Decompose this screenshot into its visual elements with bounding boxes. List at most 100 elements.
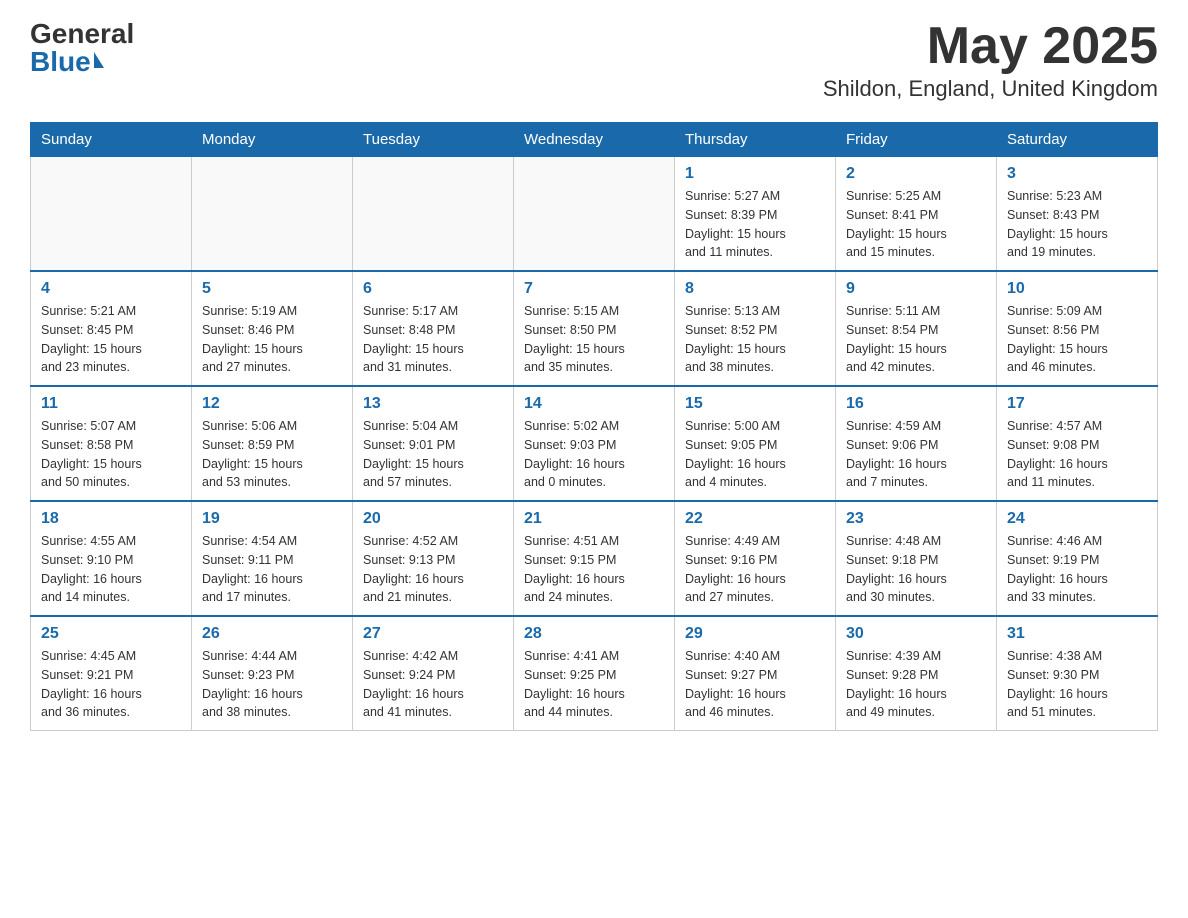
day-info: Sunrise: 5:07 AMSunset: 8:58 PMDaylight:… — [41, 417, 181, 492]
day-of-week-header: Thursday — [675, 123, 836, 157]
calendar-day-cell: 30Sunrise: 4:39 AMSunset: 9:28 PMDayligh… — [836, 616, 997, 731]
logo-triangle-icon — [94, 52, 104, 68]
calendar-week-row: 18 Sunrise: 4:55 AMSunset: 9:10 PMDayligh… — [31, 501, 1158, 616]
title-area: May 2025 Shildon, England, United Kingdo… — [823, 20, 1158, 102]
calendar-day-cell: 4 Sunrise: 5:21 AMSunset: 8:45 PMDaylight… — [31, 271, 192, 386]
day-info: Sunrise: 4:49 AMSunset: 9:16 PMDaylight:… — [685, 532, 825, 607]
calendar-day-cell: 23 Sunrise: 4:48 AMSunset: 9:18 PMDayligh… — [836, 501, 997, 616]
day-info: Sunrise: 5:11 AMSunset: 8:54 PMDaylight:… — [846, 302, 986, 377]
day-number: 20 — [363, 510, 503, 528]
calendar-week-row: 25 Sunrise: 4:45 AMSunset: 9:21 PMDayligh… — [31, 616, 1158, 731]
calendar-day-cell: 17 Sunrise: 4:57 AMSunset: 9:08 PMDayligh… — [997, 386, 1158, 501]
day-number: 23 — [846, 510, 986, 528]
day-number: 12 — [202, 395, 342, 413]
day-info: Sunrise: 5:27 AMSunset: 8:39 PMDaylight:… — [685, 187, 825, 262]
day-info: Sunrise: 4:57 AMSunset: 9:08 PMDaylight:… — [1007, 417, 1147, 492]
calendar-day-cell: 12 Sunrise: 5:06 AMSunset: 8:59 PMDayligh… — [192, 386, 353, 501]
day-number: 24 — [1007, 510, 1147, 528]
day-info: Sunrise: 4:40 AMSunset: 9:27 PMDaylight:… — [685, 647, 825, 722]
calendar-day-cell: 20Sunrise: 4:52 AMSunset: 9:13 PMDayligh… — [353, 501, 514, 616]
day-info: Sunrise: 4:48 AMSunset: 9:18 PMDaylight:… — [846, 532, 986, 607]
logo-blue-text: Blue — [30, 48, 91, 76]
day-number: 9 — [846, 280, 986, 298]
day-of-week-header: Sunday — [31, 123, 192, 157]
calendar-day-cell: 21 Sunrise: 4:51 AMSunset: 9:15 PMDayligh… — [514, 501, 675, 616]
day-number: 26 — [202, 625, 342, 643]
day-of-week-header: Monday — [192, 123, 353, 157]
calendar-day-cell: 18 Sunrise: 4:55 AMSunset: 9:10 PMDayligh… — [31, 501, 192, 616]
day-of-week-header: Saturday — [997, 123, 1158, 157]
day-number: 30 — [846, 625, 986, 643]
calendar-day-cell: 15 Sunrise: 5:00 AMSunset: 9:05 PMDayligh… — [675, 386, 836, 501]
day-info: Sunrise: 5:06 AMSunset: 8:59 PMDaylight:… — [202, 417, 342, 492]
day-number: 15 — [685, 395, 825, 413]
day-number: 11 — [41, 395, 181, 413]
day-number: 16 — [846, 395, 986, 413]
day-info: Sunrise: 5:13 AMSunset: 8:52 PMDaylight:… — [685, 302, 825, 377]
day-info: Sunrise: 5:17 AMSunset: 8:48 PMDaylight:… — [363, 302, 503, 377]
day-info: Sunrise: 4:41 AMSunset: 9:25 PMDaylight:… — [524, 647, 664, 722]
day-number: 27 — [363, 625, 503, 643]
calendar-day-cell: 13Sunrise: 5:04 AMSunset: 9:01 PMDayligh… — [353, 386, 514, 501]
day-info: Sunrise: 4:45 AMSunset: 9:21 PMDaylight:… — [41, 647, 181, 722]
calendar-week-row: 11 Sunrise: 5:07 AMSunset: 8:58 PMDayligh… — [31, 386, 1158, 501]
day-number: 1 — [685, 165, 825, 183]
day-info: Sunrise: 4:59 AMSunset: 9:06 PMDaylight:… — [846, 417, 986, 492]
calendar-day-cell: 5 Sunrise: 5:19 AMSunset: 8:46 PMDaylight… — [192, 271, 353, 386]
day-info: Sunrise: 4:55 AMSunset: 9:10 PMDaylight:… — [41, 532, 181, 607]
day-number: 5 — [202, 280, 342, 298]
day-number: 3 — [1007, 165, 1147, 183]
calendar-day-cell: 2Sunrise: 5:25 AMSunset: 8:41 PMDaylight… — [836, 157, 997, 272]
calendar-day-cell: 7 Sunrise: 5:15 AMSunset: 8:50 PMDaylight… — [514, 271, 675, 386]
day-info: Sunrise: 5:15 AMSunset: 8:50 PMDaylight:… — [524, 302, 664, 377]
day-number: 10 — [1007, 280, 1147, 298]
calendar-day-cell — [192, 157, 353, 272]
day-of-week-header: Tuesday — [353, 123, 514, 157]
day-info: Sunrise: 5:02 AMSunset: 9:03 PMDaylight:… — [524, 417, 664, 492]
calendar-day-cell: 26 Sunrise: 4:44 AMSunset: 9:23 PMDayligh… — [192, 616, 353, 731]
calendar-header-row: SundayMondayTuesdayWednesdayThursdayFrid… — [31, 123, 1158, 157]
day-number: 17 — [1007, 395, 1147, 413]
day-info: Sunrise: 5:19 AMSunset: 8:46 PMDaylight:… — [202, 302, 342, 377]
day-info: Sunrise: 5:23 AMSunset: 8:43 PMDaylight:… — [1007, 187, 1147, 262]
day-number: 29 — [685, 625, 825, 643]
calendar-day-cell: 8 Sunrise: 5:13 AMSunset: 8:52 PMDaylight… — [675, 271, 836, 386]
calendar-day-cell: 25 Sunrise: 4:45 AMSunset: 9:21 PMDayligh… — [31, 616, 192, 731]
day-info: Sunrise: 4:42 AMSunset: 9:24 PMDaylight:… — [363, 647, 503, 722]
day-number: 21 — [524, 510, 664, 528]
day-number: 6 — [363, 280, 503, 298]
logo-general-text: General — [30, 20, 134, 48]
day-number: 18 — [41, 510, 181, 528]
day-number: 13 — [363, 395, 503, 413]
calendar-day-cell: 24 Sunrise: 4:46 AMSunset: 9:19 PMDayligh… — [997, 501, 1158, 616]
day-number: 14 — [524, 395, 664, 413]
day-number: 28 — [524, 625, 664, 643]
location-title: Shildon, England, United Kingdom — [823, 76, 1158, 102]
calendar-day-cell: 19 Sunrise: 4:54 AMSunset: 9:11 PMDayligh… — [192, 501, 353, 616]
day-number: 19 — [202, 510, 342, 528]
calendar-day-cell: 1 Sunrise: 5:27 AMSunset: 8:39 PMDaylight… — [675, 157, 836, 272]
day-number: 25 — [41, 625, 181, 643]
day-info: Sunrise: 4:44 AMSunset: 9:23 PMDaylight:… — [202, 647, 342, 722]
calendar-day-cell: 3 Sunrise: 5:23 AMSunset: 8:43 PMDaylight… — [997, 157, 1158, 272]
calendar-day-cell: 28 Sunrise: 4:41 AMSunset: 9:25 PMDayligh… — [514, 616, 675, 731]
logo: General Blue — [30, 20, 134, 76]
calendar-day-cell: 16 Sunrise: 4:59 AMSunset: 9:06 PMDayligh… — [836, 386, 997, 501]
month-title: May 2025 — [823, 20, 1158, 72]
day-number: 8 — [685, 280, 825, 298]
calendar-day-cell — [353, 157, 514, 272]
calendar-table: SundayMondayTuesdayWednesdayThursdayFrid… — [30, 122, 1158, 731]
day-number: 4 — [41, 280, 181, 298]
day-info: Sunrise: 4:51 AMSunset: 9:15 PMDaylight:… — [524, 532, 664, 607]
day-info: Sunrise: 5:21 AMSunset: 8:45 PMDaylight:… — [41, 302, 181, 377]
day-info: Sunrise: 5:00 AMSunset: 9:05 PMDaylight:… — [685, 417, 825, 492]
day-number: 2 — [846, 165, 986, 183]
calendar-week-row: 1 Sunrise: 5:27 AMSunset: 8:39 PMDaylight… — [31, 157, 1158, 272]
day-of-week-header: Wednesday — [514, 123, 675, 157]
day-info: Sunrise: 4:46 AMSunset: 9:19 PMDaylight:… — [1007, 532, 1147, 607]
day-info: Sunrise: 4:54 AMSunset: 9:11 PMDaylight:… — [202, 532, 342, 607]
calendar-day-cell: 14 Sunrise: 5:02 AMSunset: 9:03 PMDayligh… — [514, 386, 675, 501]
calendar-day-cell: 10Sunrise: 5:09 AMSunset: 8:56 PMDayligh… — [997, 271, 1158, 386]
calendar-week-row: 4 Sunrise: 5:21 AMSunset: 8:45 PMDaylight… — [31, 271, 1158, 386]
day-number: 7 — [524, 280, 664, 298]
